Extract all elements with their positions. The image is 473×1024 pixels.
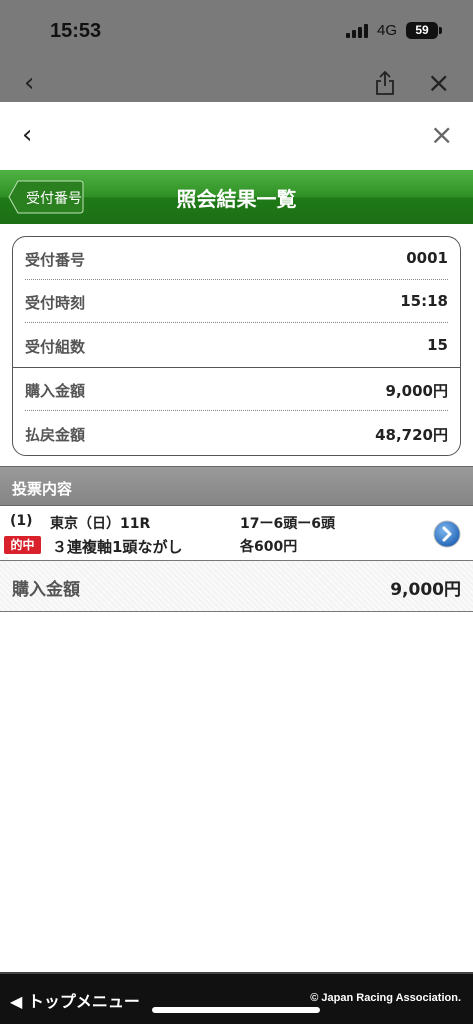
browser-close-icon[interactable]: ×	[427, 66, 450, 99]
total-label: 購入金額	[12, 580, 80, 600]
receipt-row-payout: 払戻金額 48,720円	[25, 412, 448, 455]
bet-number: (1)	[10, 513, 33, 529]
title-bar: 受付番号 照会結果一覧	[0, 170, 473, 224]
top-menu-label: トップメニュー	[27, 992, 140, 1011]
receipt-value: 48,720円	[375, 426, 448, 444]
bet-type: ３連複軸1頭ながし	[52, 538, 183, 556]
status-bar: 15:53 4G 59	[0, 0, 473, 62]
receipt-info-card: 受付番号 0001 受付時刻 15:18 受付組数 15 購入金額 9,000円…	[12, 236, 461, 456]
triangle-left-icon: ◀	[10, 992, 23, 1011]
bet-race: 東京（日）11R	[50, 516, 151, 532]
receipt-label: 払戻金額	[25, 426, 86, 444]
bet-combination: 17ー6頭ー6頭	[240, 516, 335, 532]
receipt-row-number: 受付番号 0001	[25, 237, 448, 280]
bet-each-amount: 各600円	[240, 539, 298, 555]
status-time: 15:53	[50, 20, 102, 42]
receipt-value: 0001	[406, 249, 448, 267]
receipt-label: 受付組数	[25, 338, 86, 356]
section-title: 投票内容	[12, 480, 73, 498]
total-value: 9,000円	[390, 580, 461, 600]
share-icon[interactable]	[374, 70, 396, 96]
receipt-row-time: 受付時刻 15:18	[25, 280, 448, 323]
receipt-label: 購入金額	[25, 382, 86, 400]
network-type: 4G	[377, 22, 398, 39]
page-title: 照会結果一覧	[176, 187, 297, 211]
total-row: 購入金額 9,000円	[0, 561, 473, 612]
receipt-label: 受付時刻	[25, 294, 86, 312]
webview-header: ‹ ×	[0, 102, 473, 170]
bet-row[interactable]: (1) 東京（日）11R 17ー6頭ー6頭 的中 ３連複軸1頭ながし 各600円	[0, 506, 473, 561]
bets-section-header: 投票内容	[0, 466, 473, 506]
browser-back-icon[interactable]: ‹	[24, 68, 34, 98]
receipt-value: 9,000円	[385, 382, 448, 400]
receipt-value: 15:18	[400, 292, 448, 310]
back-icon[interactable]: ‹	[22, 120, 32, 150]
top-menu-link[interactable]: ◀ トップメニュー	[10, 988, 140, 1012]
signal-icon	[346, 24, 370, 38]
receipt-row-purchase: 購入金額 9,000円	[25, 368, 448, 411]
battery-icon: 59	[406, 22, 438, 39]
hit-badge: 的中	[4, 536, 41, 554]
home-indicator[interactable]	[152, 1007, 320, 1013]
close-icon[interactable]: ×	[430, 118, 453, 151]
battery-tip	[439, 27, 442, 34]
footer: ◀ トップメニュー © Japan Racing Association.	[0, 972, 473, 1024]
receipt-label: 受付番号	[25, 251, 86, 269]
chevron-right-circle-icon[interactable]	[433, 520, 461, 548]
copyright: © Japan Racing Association.	[310, 992, 461, 1004]
receipt-value: 15	[427, 336, 448, 354]
browser-toolbar: ‹ ×	[0, 62, 473, 102]
receipt-row-count: 受付組数 15	[25, 324, 448, 367]
